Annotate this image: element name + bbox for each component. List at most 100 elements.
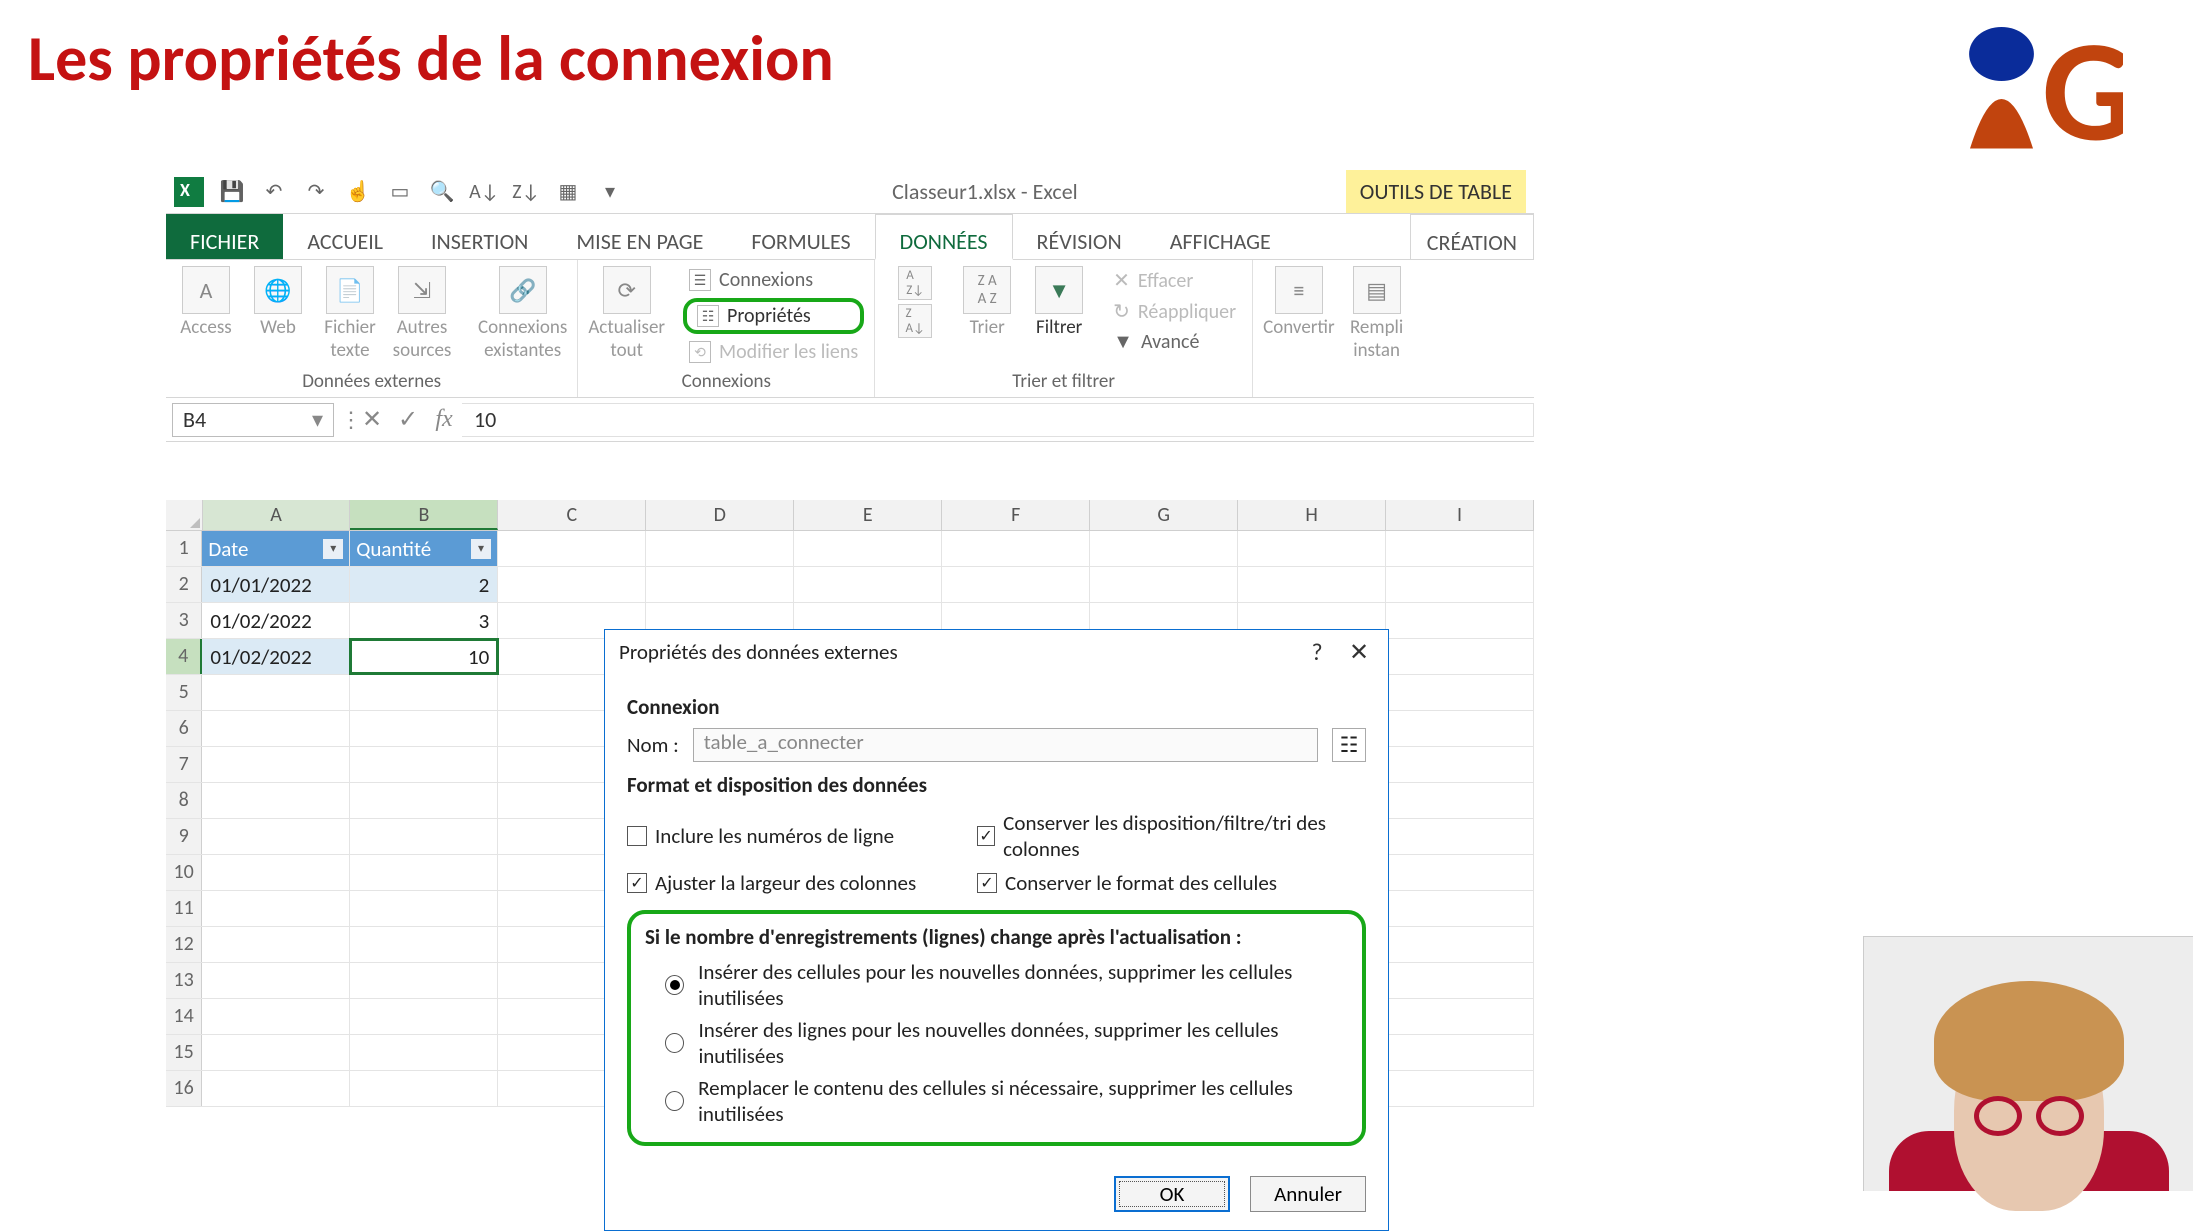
- formula-input[interactable]: 10: [462, 403, 1534, 437]
- radio-insert-rows[interactable]: Insérer des lignes pour les nouvelles do…: [645, 1014, 1348, 1072]
- radio-insert-cells[interactable]: Insérer des cellules pour les nouvelles …: [645, 956, 1348, 1014]
- table-header-date[interactable]: Date▾: [202, 531, 350, 566]
- row-header[interactable]: 7: [166, 747, 202, 782]
- col-header-C[interactable]: C: [498, 500, 646, 530]
- row-header[interactable]: 10: [166, 855, 202, 890]
- btn-filter[interactable]: ▼Filtrer: [1029, 266, 1089, 339]
- filter-dropdown-icon[interactable]: ▾: [471, 539, 491, 559]
- col-header-H[interactable]: H: [1238, 500, 1386, 530]
- col-header-E[interactable]: E: [794, 500, 942, 530]
- col-header-D[interactable]: D: [646, 500, 794, 530]
- dialog-help-button[interactable]: ?: [1302, 638, 1332, 667]
- chk-preserve-format[interactable]: Conserver le format des cellules: [977, 870, 1366, 896]
- chk-preserve-layout[interactable]: Conserver les disposition/filtre/tri des…: [977, 810, 1366, 862]
- cell[interactable]: 01/02/2022: [202, 603, 350, 638]
- btn-reapply[interactable]: ↻Réappliquer: [1107, 297, 1242, 326]
- col-header-A[interactable]: A: [203, 500, 351, 530]
- cell[interactable]: 01/02/2022: [202, 639, 350, 674]
- radio-overwrite[interactable]: Remplacer le contenu des cellules si néc…: [645, 1072, 1348, 1130]
- redo-icon[interactable]: ↷: [302, 178, 330, 206]
- tab-file[interactable]: FICHIER: [166, 214, 283, 259]
- btn-sort-asc[interactable]: AZ↓: [885, 266, 945, 300]
- row-header[interactable]: 12: [166, 927, 202, 962]
- ok-button[interactable]: OK: [1114, 1176, 1230, 1212]
- tab-view[interactable]: AFFICHAGE: [1146, 214, 1295, 259]
- row-header[interactable]: 13: [166, 963, 202, 998]
- row-header[interactable]: 3: [166, 603, 202, 638]
- col-header-F[interactable]: F: [942, 500, 1090, 530]
- row-header[interactable]: 4: [166, 639, 202, 674]
- tab-data[interactable]: DONNÉES: [875, 214, 1013, 260]
- btn-properties[interactable]: ☷Propriétés: [683, 298, 864, 334]
- btn-other-sources[interactable]: ⇲Autres sources: [392, 266, 452, 362]
- cell[interactable]: 01/01/2022: [202, 567, 350, 602]
- active-cell[interactable]: 10: [350, 639, 498, 674]
- btn-connections[interactable]: ☰Connexions: [683, 266, 864, 294]
- chk-adjust-width[interactable]: Ajuster la largeur des colonnes: [627, 870, 947, 896]
- fx-icon[interactable]: fx: [426, 402, 462, 438]
- name-box[interactable]: B4 ▾: [172, 403, 334, 437]
- row-header[interactable]: 5: [166, 675, 202, 710]
- pivot-icon[interactable]: ▦: [554, 178, 582, 206]
- row-header[interactable]: 8: [166, 783, 202, 818]
- btn-flash-fill[interactable]: ▤Rempli instan: [1347, 266, 1407, 362]
- touch-mode-icon[interactable]: ☝: [344, 178, 372, 206]
- properties-dialog-icon: ☷: [1340, 732, 1359, 758]
- btn-edit-links[interactable]: ⟲Modifier les liens: [683, 338, 864, 366]
- connection-properties-button[interactable]: ☷: [1332, 728, 1366, 762]
- sort-asc-icon[interactable]: A↓: [470, 178, 498, 206]
- col-header-G[interactable]: G: [1090, 500, 1238, 530]
- tab-formulas[interactable]: FORMULES: [727, 214, 874, 259]
- dialog-close-button[interactable]: ✕: [1344, 638, 1374, 667]
- filter-dropdown-icon[interactable]: ▾: [323, 539, 343, 559]
- col-header-B[interactable]: B: [350, 500, 498, 530]
- tab-home[interactable]: ACCUEIL: [283, 214, 407, 259]
- dialog-titlebar[interactable]: Propriétés des données externes ? ✕: [605, 630, 1388, 674]
- checkbox-icon: [627, 873, 647, 893]
- btn-access[interactable]: AAccess: [176, 266, 236, 339]
- row-header[interactable]: 15: [166, 1035, 202, 1070]
- btn-sort[interactable]: Z AA ZTrier: [957, 266, 1017, 339]
- btn-convert[interactable]: ≡Convertir: [1263, 266, 1335, 339]
- confirm-edit-icon[interactable]: ✓: [390, 402, 426, 438]
- namebox-dropdown-icon[interactable]: ▾: [312, 406, 323, 433]
- col-header-I[interactable]: I: [1386, 500, 1534, 530]
- row-header[interactable]: 11: [166, 891, 202, 926]
- sort-desc-icon[interactable]: Z↓: [512, 178, 540, 206]
- connection-name-field[interactable]: table_a_connecter: [693, 728, 1318, 762]
- print-preview-icon[interactable]: 🔍: [428, 178, 456, 206]
- tab-design[interactable]: CRÉATION: [1410, 214, 1534, 259]
- row-header[interactable]: 6: [166, 711, 202, 746]
- btn-advanced[interactable]: ▼Avancé: [1107, 328, 1242, 356]
- row-header[interactable]: 16: [166, 1071, 202, 1106]
- radio-icon: [665, 1091, 684, 1111]
- row-header[interactable]: 1: [166, 531, 202, 566]
- ribbon-tabs: FICHIER ACCUEIL INSERTION MISE EN PAGE F…: [166, 214, 1534, 260]
- btn-clear[interactable]: ✕Effacer: [1107, 266, 1242, 295]
- chk-include-row-numbers[interactable]: Inclure les numéros de ligne: [627, 810, 947, 862]
- cell[interactable]: 3: [350, 603, 498, 638]
- btn-refresh-all[interactable]: ⟳Actualiser tout: [588, 266, 665, 362]
- btn-existing-connections[interactable]: 🔗Connexions existantes: [478, 266, 567, 362]
- tab-layout[interactable]: MISE EN PAGE: [552, 214, 727, 259]
- filter-icon: ▼: [1035, 266, 1083, 314]
- btn-text-file[interactable]: 📄Fichier texte: [320, 266, 380, 362]
- checkbox-icon: [977, 873, 997, 893]
- tab-insert[interactable]: INSERTION: [407, 214, 552, 259]
- refresh-icon: ⟳: [603, 266, 651, 314]
- row-header[interactable]: 2: [166, 567, 202, 602]
- row-header[interactable]: 9: [166, 819, 202, 854]
- new-icon[interactable]: ▭: [386, 178, 414, 206]
- cancel-edit-icon[interactable]: ✕: [354, 402, 390, 438]
- btn-sort-desc[interactable]: ZA↓: [885, 304, 945, 338]
- cell[interactable]: 2: [350, 567, 498, 602]
- cancel-button[interactable]: Annuler: [1250, 1176, 1366, 1212]
- select-all-corner[interactable]: [166, 500, 203, 530]
- tab-review[interactable]: RÉVISION: [1013, 214, 1146, 259]
- table-header-qty[interactable]: Quantité▾: [350, 531, 498, 566]
- btn-web[interactable]: 🌐Web: [248, 266, 308, 339]
- row-header[interactable]: 14: [166, 999, 202, 1034]
- undo-icon[interactable]: ↶: [260, 178, 288, 206]
- save-icon[interactable]: 💾: [218, 178, 246, 206]
- qat-dropdown-icon[interactable]: ▾: [596, 178, 624, 206]
